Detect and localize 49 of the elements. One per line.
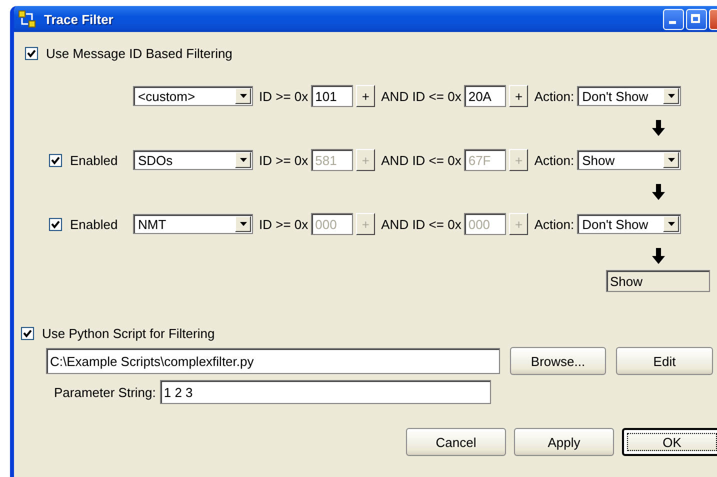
preset-dropdown[interactable]: <custom> (133, 86, 253, 106)
maximize-button[interactable] (686, 8, 707, 30)
field-label: AND ID <= 0x (381, 216, 462, 232)
checkbox[interactable] (25, 46, 38, 60)
dialog-button[interactable]: OK (622, 428, 717, 456)
field-label: Action: (534, 216, 574, 232)
field-label: Parameter String: (54, 384, 156, 400)
browse-button[interactable]: Browse... (510, 347, 606, 375)
window-title: Trace Filter (44, 12, 114, 26)
field-label: AND ID <= 0x (381, 152, 462, 168)
checkbox[interactable] (21, 326, 34, 340)
field-label: ID >= 0x (259, 216, 308, 232)
checkbox[interactable] (49, 154, 62, 166)
result-field: Show (606, 270, 710, 292)
action-dropdown[interactable]: Show (577, 150, 682, 170)
action-dropdown[interactable]: Don't Show (577, 86, 682, 106)
checkbox[interactable] (49, 218, 62, 230)
down-arrow-icon (652, 248, 665, 264)
caret-icon (240, 94, 246, 98)
field-label: Action: (534, 88, 574, 104)
parameter-field[interactable]: 1 2 3 (160, 380, 491, 404)
checkbox-label: Enabled (70, 152, 118, 168)
caret-icon (668, 94, 675, 98)
checkbox-label: Enabled (70, 216, 118, 232)
action-dropdown[interactable]: Don't Show (577, 214, 682, 234)
input-field[interactable]: 20A (464, 85, 506, 107)
caret-icon (240, 222, 246, 226)
minimize-button[interactable] (663, 8, 684, 30)
input-field[interactable]: 101 (311, 85, 354, 107)
field-label: ID >= 0x (259, 152, 308, 168)
caret-icon (240, 158, 246, 162)
field-label: ID >= 0x (259, 88, 308, 104)
field-label: AND ID <= 0x (381, 88, 462, 104)
down-arrow-icon (652, 184, 665, 200)
checkbox-label: Use Python Script for Filtering (42, 326, 215, 340)
dialog-button[interactable]: Apply (514, 428, 614, 456)
edit-button[interactable]: Edit (616, 347, 713, 375)
increment-button[interactable]: + (509, 85, 528, 107)
increment-button[interactable]: + (356, 85, 376, 107)
preset-dropdown[interactable]: NMT (133, 214, 253, 234)
caret-icon (668, 158, 675, 162)
dialog-button[interactable]: Cancel (406, 428, 506, 456)
preset-dropdown[interactable]: SDOs (133, 150, 253, 170)
down-arrow-icon (652, 120, 665, 136)
app-icon (18, 10, 36, 28)
caret-icon (668, 222, 675, 226)
field-label: Action: (534, 152, 574, 168)
checkbox-label: Use Message ID Based Filtering (46, 46, 232, 60)
script-path-field[interactable]: C:\Example Scripts\complexfilter.py (46, 348, 500, 374)
